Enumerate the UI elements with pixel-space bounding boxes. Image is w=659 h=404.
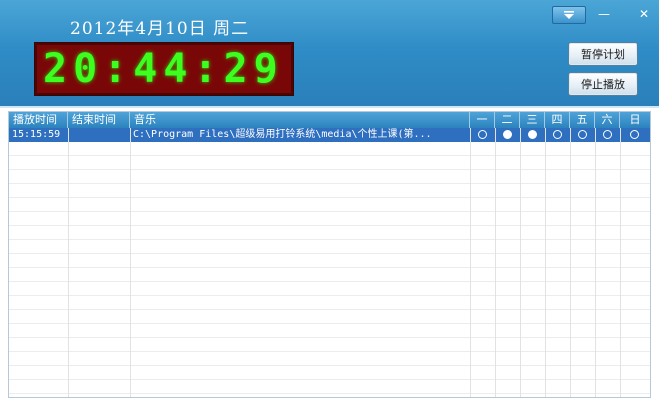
column-divider bbox=[68, 128, 69, 397]
column-header-sun[interactable]: 日 bbox=[620, 112, 650, 128]
table-row-empty[interactable] bbox=[9, 184, 650, 198]
close-button[interactable]: ✕ bbox=[636, 6, 652, 22]
column-divider bbox=[495, 128, 496, 397]
day-radio-fri[interactable] bbox=[578, 130, 587, 139]
table-row-empty[interactable] bbox=[9, 142, 650, 156]
day-radio-mon[interactable] bbox=[478, 130, 487, 139]
schedule-table: 播放时间 结束时间 音乐 一 二 三 四 五 六 日 15:15:59 C:\P… bbox=[8, 111, 651, 398]
table-row-empty[interactable] bbox=[9, 310, 650, 324]
column-header-start-time[interactable]: 播放时间 bbox=[9, 112, 68, 128]
cell-end-time bbox=[68, 128, 130, 141]
minimize-button[interactable]: — bbox=[596, 6, 612, 22]
table-row-empty[interactable] bbox=[9, 338, 650, 352]
table-row-empty[interactable] bbox=[9, 268, 650, 282]
column-divider bbox=[520, 128, 521, 397]
column-header-sat[interactable]: 六 bbox=[595, 112, 620, 128]
table-row-empty[interactable] bbox=[9, 394, 650, 397]
table-row-empty[interactable] bbox=[9, 170, 650, 184]
table-row-empty[interactable] bbox=[9, 212, 650, 226]
table-row-empty[interactable] bbox=[9, 282, 650, 296]
column-divider bbox=[570, 128, 571, 397]
column-header-tue[interactable]: 二 bbox=[495, 112, 520, 128]
table-row-empty[interactable] bbox=[9, 296, 650, 310]
cell-music-path: C:\Program Files\超级易用打铃系统\media\个性上课(第..… bbox=[133, 129, 432, 140]
day-radio-tue[interactable] bbox=[503, 130, 512, 139]
table-row-empty[interactable] bbox=[9, 324, 650, 338]
column-divider bbox=[595, 128, 596, 397]
chevron-down-icon bbox=[564, 11, 574, 19]
digital-clock: 20:44:29 bbox=[34, 42, 294, 96]
column-header-end-time[interactable]: 结束时间 bbox=[68, 112, 130, 128]
column-divider bbox=[620, 128, 621, 397]
minimize-icon: — bbox=[598, 7, 610, 21]
table-row-empty[interactable] bbox=[9, 254, 650, 268]
column-header-mon[interactable]: 一 bbox=[470, 112, 495, 128]
day-radio-wed[interactable] bbox=[528, 130, 537, 139]
day-radio-sun[interactable] bbox=[630, 130, 639, 139]
table-row-empty[interactable] bbox=[9, 352, 650, 366]
stop-playback-button[interactable]: 停止播放 bbox=[568, 72, 638, 96]
column-header-thu[interactable]: 四 bbox=[545, 112, 570, 128]
column-header-fri[interactable]: 五 bbox=[570, 112, 595, 128]
table-row-empty[interactable] bbox=[9, 240, 650, 254]
column-divider bbox=[470, 128, 471, 397]
app-window: 2012年4月10日 周二 20:44:29 — ✕ 暂停计划 停止播放 播放时… bbox=[0, 0, 659, 404]
table-row-empty[interactable] bbox=[9, 366, 650, 380]
table-header: 播放时间 结束时间 音乐 一 二 三 四 五 六 日 bbox=[9, 112, 650, 128]
header-panel: 2012年4月10日 周二 20:44:29 — ✕ 暂停计划 停止播放 bbox=[0, 0, 659, 108]
table-row[interactable]: 15:15:59 C:\Program Files\超级易用打铃系统\media… bbox=[9, 128, 650, 142]
pause-schedule-button[interactable]: 暂停计划 bbox=[568, 42, 638, 66]
close-icon: ✕ bbox=[638, 7, 650, 21]
table-row-empty[interactable] bbox=[9, 226, 650, 240]
day-radio-sat[interactable] bbox=[603, 130, 612, 139]
date-display: 2012年4月10日 周二 bbox=[70, 19, 250, 39]
menu-dropdown-button[interactable] bbox=[552, 6, 586, 24]
day-radio-thu[interactable] bbox=[553, 130, 562, 139]
table-row-empty[interactable] bbox=[9, 380, 650, 394]
column-divider bbox=[130, 128, 131, 397]
table-row-empty[interactable] bbox=[9, 156, 650, 170]
column-header-music[interactable]: 音乐 bbox=[130, 112, 470, 128]
column-header-wed[interactable]: 三 bbox=[520, 112, 545, 128]
clock-time: 20:44:29 bbox=[43, 46, 284, 92]
column-divider bbox=[545, 128, 546, 397]
table-row-empty[interactable] bbox=[9, 198, 650, 212]
cell-start-time: 15:15:59 bbox=[12, 129, 61, 140]
